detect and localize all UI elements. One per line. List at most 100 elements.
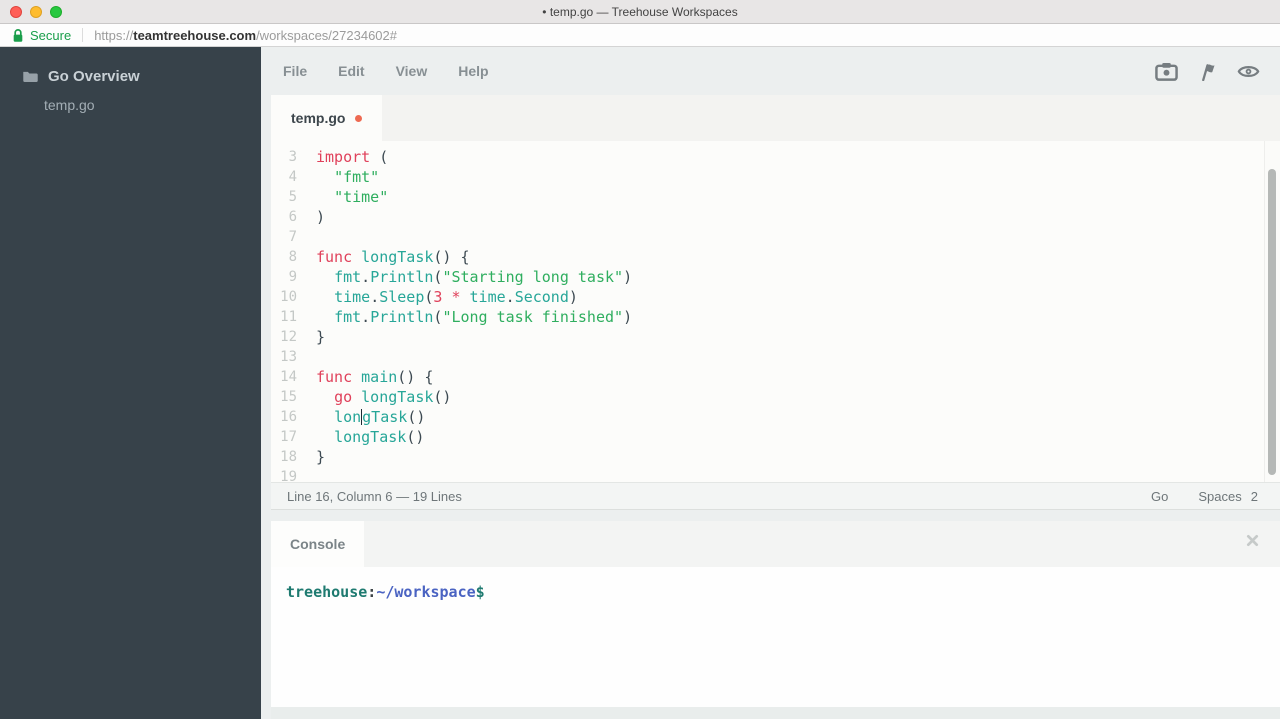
line-number: 4 [271, 167, 297, 187]
console-tab-label: Console [290, 536, 345, 552]
app-window: • temp.go — Treehouse Workspaces Secure … [0, 0, 1280, 720]
code-line: 8func longTask() { [271, 247, 1280, 267]
panel-gap [271, 510, 1280, 521]
fork-icon[interactable] [1197, 62, 1218, 81]
line-number: 14 [271, 367, 297, 387]
minimize-window-button[interactable] [30, 6, 42, 18]
code-text: ) [297, 207, 325, 227]
code-text: fmt.Println("Starting long task") [297, 267, 632, 287]
secure-label: Secure [30, 28, 71, 43]
code-line: 19 [271, 467, 1280, 482]
ide-main-area: File Edit View Help [261, 47, 1280, 719]
code-line: 11 fmt.Println("Long task finished") [271, 307, 1280, 327]
window-title: • temp.go — Treehouse Workspaces [542, 5, 737, 19]
cursor-position-label: Line 16, Column 6 — 19 Lines [287, 489, 462, 504]
code-text: time.Sleep(3 * time.Second) [297, 287, 578, 307]
line-number: 17 [271, 427, 297, 447]
menu-item-edit[interactable]: Edit [338, 63, 364, 79]
code-line: 14func main() { [271, 367, 1280, 387]
browser-url-bar[interactable]: Secure https://teamtreehouse.com/workspa… [0, 24, 1280, 47]
terminal[interactable]: treehouse:~/workspace$ [271, 567, 1280, 707]
code-text: longTask() [297, 427, 424, 447]
code-line: 3import ( [271, 147, 1280, 167]
code-line: 6) [271, 207, 1280, 227]
file-tree-sidebar: Go Overview temp.go [0, 47, 261, 719]
code-line: 4 "fmt" [271, 167, 1280, 187]
url-field[interactable]: https://teamtreehouse.com/workspaces/272… [94, 28, 397, 43]
code-line: 18} [271, 447, 1280, 467]
scrollbar-thumb[interactable] [1268, 169, 1276, 475]
code-text: } [297, 327, 325, 347]
eye-preview-icon[interactable] [1237, 63, 1260, 80]
code-area[interactable]: 3import (4 "fmt"5 "time"6)78func longTas… [271, 147, 1280, 482]
line-number: 16 [271, 407, 297, 427]
indent-type-label: Spaces [1198, 489, 1241, 504]
traffic-lights [10, 6, 62, 18]
indent-settings-button[interactable]: Spaces 2 [1198, 489, 1258, 504]
camera-snapshot-icon[interactable] [1155, 62, 1178, 81]
titlebar: • temp.go — Treehouse Workspaces [0, 0, 1280, 24]
sidebar-item-go-overview[interactable]: Go Overview [0, 62, 261, 91]
tab-console[interactable]: Console [271, 521, 364, 567]
code-line: 9 fmt.Println("Starting long task") [271, 267, 1280, 287]
line-number: 18 [271, 447, 297, 467]
sidebar-item-label: Go Overview [48, 68, 140, 85]
url-scheme: https:// [94, 28, 133, 43]
status-right: Go Spaces 2 [1151, 489, 1258, 504]
line-number: 11 [271, 307, 297, 327]
code-text: go longTask() [297, 387, 451, 407]
terminal-prompt: treehouse:~/workspace$ [286, 583, 485, 601]
menu-item-file[interactable]: File [283, 63, 307, 79]
line-number: 9 [271, 267, 297, 287]
url-divider [82, 28, 83, 42]
close-window-button[interactable] [10, 6, 22, 18]
indent-size-label: 2 [1251, 489, 1258, 504]
code-text: import ( [297, 147, 388, 167]
zoom-window-button[interactable] [50, 6, 62, 18]
line-number: 12 [271, 327, 297, 347]
line-number: 8 [271, 247, 297, 267]
unsaved-changes-dot [355, 115, 362, 122]
editor-tab-bar: temp.go [271, 95, 1280, 141]
workspace-content: Go Overview temp.go File Edit View Help [0, 47, 1280, 719]
lock-icon[interactable] [12, 28, 24, 43]
ide-menubar: File Edit View Help [271, 47, 1280, 95]
code-text [297, 227, 316, 247]
code-text: func main() { [297, 367, 433, 387]
code-text: "fmt" [297, 167, 379, 187]
code-line: 15 go longTask() [271, 387, 1280, 407]
url-domain: teamtreehouse.com [133, 28, 256, 43]
line-number: 6 [271, 207, 297, 227]
code-line: 13 [271, 347, 1280, 367]
code-text [297, 467, 316, 482]
line-number: 19 [271, 467, 297, 482]
code-line: 5 "time" [271, 187, 1280, 207]
line-number: 7 [271, 227, 297, 247]
code-text [297, 347, 316, 367]
code-text: func longTask() { [297, 247, 470, 267]
menu-items: File Edit View Help [283, 63, 489, 79]
menu-item-help[interactable]: Help [458, 63, 488, 79]
console-header: Console [271, 521, 1280, 567]
tab-label: temp.go [291, 110, 345, 126]
language-mode-button[interactable]: Go [1151, 489, 1168, 504]
code-line: 7 [271, 227, 1280, 247]
sidebar-item-temp-go[interactable]: temp.go [0, 91, 261, 119]
code-line: 17 longTask() [271, 427, 1280, 447]
console-bottom-band [271, 707, 1280, 719]
line-number: 15 [271, 387, 297, 407]
menu-item-view[interactable]: View [396, 63, 428, 79]
line-number: 10 [271, 287, 297, 307]
code-text: } [297, 447, 325, 467]
code-editor[interactable]: 3import (4 "fmt"5 "time"6)78func longTas… [271, 141, 1280, 482]
code-line: 10 time.Sleep(3 * time.Second) [271, 287, 1280, 307]
folder-icon [22, 69, 39, 84]
tab-temp-go[interactable]: temp.go [271, 95, 382, 141]
line-number: 13 [271, 347, 297, 367]
line-number: 3 [271, 147, 297, 167]
sidebar-item-label: temp.go [44, 97, 95, 113]
url-path: /workspaces/27234602# [256, 28, 397, 43]
code-line: 12} [271, 327, 1280, 347]
close-console-icon[interactable] [1246, 534, 1259, 552]
editor-status-bar: Line 16, Column 6 — 19 Lines Go Spaces 2 [271, 482, 1280, 510]
